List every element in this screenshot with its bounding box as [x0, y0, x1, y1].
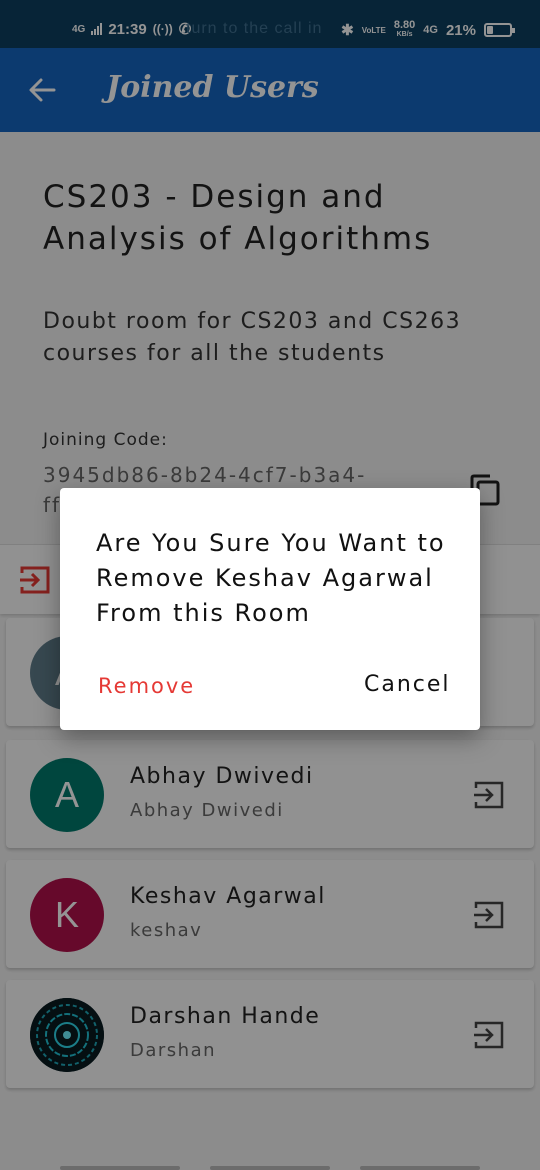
cancel-button[interactable]: Cancel — [352, 666, 463, 703]
dialog-message: Are You Sure You Want to Remove Keshav A… — [96, 529, 446, 627]
remove-button[interactable]: Remove — [86, 668, 207, 704]
confirm-dialog: Are You Sure You Want to Remove Keshav A… — [60, 488, 480, 730]
